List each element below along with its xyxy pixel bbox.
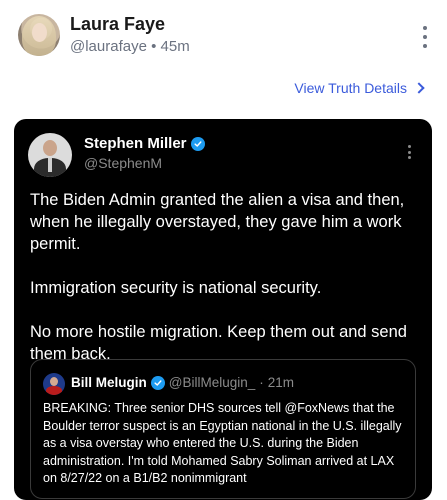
author-meta: @laurafaye • 45m	[70, 38, 190, 55]
verified-badge-icon	[190, 136, 205, 151]
meta-separator: •	[151, 38, 157, 55]
embed-avatar[interactable]	[28, 133, 72, 177]
author-name[interactable]: Laura Faye	[70, 14, 165, 35]
more-vertical-icon[interactable]	[418, 26, 432, 48]
post-header: Laura Faye @laurafaye • 45m	[18, 14, 432, 60]
embed-avatar-tie	[48, 158, 52, 172]
quote-author-handle[interactable]: @BillMelugin_	[169, 375, 256, 390]
view-details-link[interactable]: View Truth Details	[294, 80, 425, 96]
embedded-post[interactable]: Stephen Miller @StephenM The Biden Admin…	[14, 119, 432, 500]
quote-time: 21m	[267, 375, 295, 390]
embed-author-handle[interactable]: @StephenM	[84, 155, 162, 171]
quoted-post[interactable]: Bill Melugin @BillMelugin_ · 21m BREAKIN…	[30, 359, 416, 499]
quote-avatar-head	[50, 377, 58, 386]
embed-paragraph: Immigration security is national securit…	[30, 279, 322, 297]
quote-avatar-body	[46, 386, 62, 395]
quote-header: Bill Melugin @BillMelugin_ · 21m	[71, 375, 294, 390]
embed-paragraph: The Biden Admin granted the alien a visa…	[30, 191, 405, 253]
post-time[interactable]: 45m	[161, 38, 190, 55]
avatar[interactable]	[18, 14, 60, 56]
chevron-right-icon	[413, 82, 425, 94]
embed-body: The Biden Admin granted the alien a visa…	[30, 189, 420, 387]
embed-author-name[interactable]: Stephen Miller	[84, 135, 187, 152]
quote-avatar[interactable]	[43, 373, 65, 395]
verified-badge-icon	[150, 375, 165, 390]
quote-author-name[interactable]: Bill Melugin	[71, 375, 147, 390]
avatar-face	[32, 23, 47, 42]
more-vertical-icon[interactable]	[408, 145, 412, 159]
view-details-label: View Truth Details	[294, 80, 407, 96]
embed-avatar-head	[43, 140, 57, 156]
author-handle[interactable]: @laurafaye	[70, 38, 147, 55]
quote-separator: ·	[259, 375, 264, 390]
quote-text: BREAKING: Three senior DHS sources tell …	[43, 401, 402, 485]
embed-author-name-row: Stephen Miller	[84, 135, 205, 152]
